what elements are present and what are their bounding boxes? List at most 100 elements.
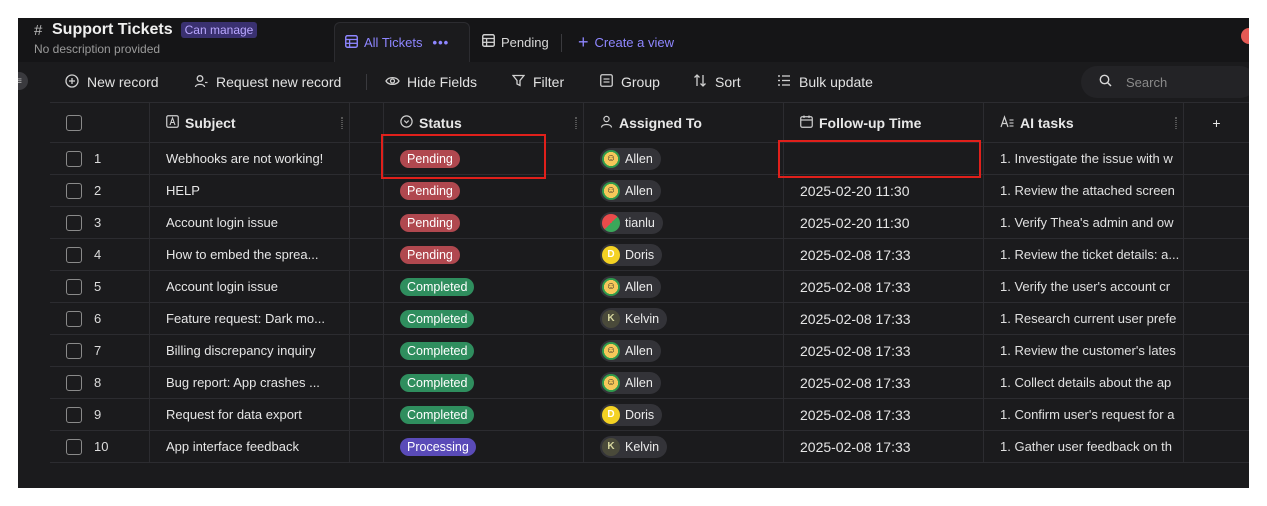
subject-cell[interactable]: Webhooks are not working!: [150, 143, 350, 174]
column-header-subject[interactable]: Subject: [150, 103, 350, 142]
table-row[interactable]: 3 Account login issue Pending tianlu 202…: [50, 207, 1249, 239]
bulk-update-button[interactable]: Bulk update: [776, 62, 873, 102]
ai-tasks-cell[interactable]: 1. Review the ticket details: a...: [984, 239, 1184, 270]
subject-cell[interactable]: Account login issue: [150, 207, 350, 238]
row-checkbox[interactable]: [66, 214, 82, 231]
subject-cell[interactable]: Bug report: App crashes ...: [150, 367, 350, 398]
assignee-cell[interactable]: ☺ Allen: [584, 143, 784, 174]
row-checkbox[interactable]: [66, 150, 82, 167]
grid-header-row: Subject Status Assigned To Follow-up Tim…: [50, 103, 1249, 143]
hide-fields-button[interactable]: Hide Fields: [384, 62, 477, 102]
subject-cell[interactable]: Billing discrepancy inquiry: [150, 335, 350, 366]
ai-tasks-cell[interactable]: 1. Investigate the issue with w: [984, 143, 1184, 174]
row-checkbox[interactable]: [66, 406, 82, 423]
table-row[interactable]: 7 Billing discrepancy inquiry Completed …: [50, 335, 1249, 367]
follow-up-cell[interactable]: 2025-02-08 17:33: [784, 303, 984, 334]
subject-cell[interactable]: Request for data export: [150, 399, 350, 430]
row-checkbox[interactable]: [66, 310, 82, 327]
subject-cell[interactable]: Account login issue: [150, 271, 350, 302]
status-cell[interactable]: Processing: [384, 431, 584, 462]
follow-up-cell[interactable]: 2025-02-08 17:33: [784, 271, 984, 302]
create-view-button[interactable]: + Create a view: [568, 22, 698, 62]
follow-up-cell[interactable]: 2025-02-08 17:33: [784, 367, 984, 398]
follow-up-cell[interactable]: 2025-02-08 17:33: [784, 239, 984, 270]
status-badge: Pending: [400, 149, 460, 168]
row-checkbox[interactable]: [66, 438, 82, 455]
ai-tasks-cell[interactable]: 1. Review the attached screen: [984, 175, 1184, 206]
follow-up-cell[interactable]: 2025-02-20 11:30: [784, 207, 984, 238]
ai-tasks-cell[interactable]: 1. Confirm user's request for a: [984, 399, 1184, 430]
status-cell[interactable]: Pending: [384, 239, 584, 270]
follow-up-cell[interactable]: 2025-02-08 17:33: [784, 431, 984, 462]
permission-badge: Can manage: [180, 22, 258, 38]
ai-tasks-cell[interactable]: 1. Collect details about the ap: [984, 367, 1184, 398]
ai-tasks-cell[interactable]: 1. Review the customer's lates: [984, 335, 1184, 366]
status-cell[interactable]: Completed: [384, 271, 584, 302]
assignee-cell[interactable]: ☺ Allen: [584, 367, 784, 398]
row-checkbox[interactable]: [66, 374, 82, 391]
column-header-follow-up-time[interactable]: Follow-up Time: [784, 103, 984, 142]
ai-tasks-cell[interactable]: 1. Verify Thea's admin and ow: [984, 207, 1184, 238]
ai-tasks-cell[interactable]: 1. Gather user feedback on th: [984, 431, 1184, 462]
follow-up-cell[interactable]: 2025-02-20 11:30: [784, 175, 984, 206]
group-button[interactable]: Group: [598, 62, 660, 102]
follow-up-cell[interactable]: 2025-02-08 17:33: [784, 335, 984, 366]
status-cell[interactable]: Completed: [384, 303, 584, 334]
more-options-icon[interactable]: •••: [433, 35, 450, 50]
text-field-icon: [166, 114, 179, 131]
search-input[interactable]: Search: [1081, 66, 1249, 98]
sort-button[interactable]: Sort: [692, 62, 741, 102]
page-title[interactable]: Support Tickets: [52, 21, 173, 39]
table-row[interactable]: 6 Feature request: Dark mo... Completed …: [50, 303, 1249, 335]
subject-cell[interactable]: Feature request: Dark mo...: [150, 303, 350, 334]
row-checkbox[interactable]: [66, 342, 82, 359]
status-cell[interactable]: Pending: [384, 143, 584, 174]
tab-all-tickets[interactable]: All Tickets •••: [334, 22, 470, 62]
assignee-cell[interactable]: ☺ Allen: [584, 335, 784, 366]
column-resize-handle[interactable]: [341, 117, 343, 129]
assignee-cell[interactable]: D Doris: [584, 239, 784, 270]
table-row[interactable]: 10 App interface feedback Processing K K…: [50, 431, 1249, 463]
subject-cell[interactable]: HELP: [150, 175, 350, 206]
status-cell[interactable]: Pending: [384, 175, 584, 206]
table-row[interactable]: 5 Account login issue Completed ☺ Allen …: [50, 271, 1249, 303]
row-checkbox[interactable]: [66, 278, 82, 295]
status-cell[interactable]: Completed: [384, 335, 584, 366]
column-resize-handle[interactable]: [1175, 117, 1177, 129]
follow-up-cell[interactable]: [784, 143, 984, 174]
table-description[interactable]: No description provided: [34, 42, 257, 56]
subject-cell[interactable]: App interface feedback: [150, 431, 350, 462]
filter-button[interactable]: Filter: [510, 62, 564, 102]
table-row[interactable]: 8 Bug report: App crashes ... Completed …: [50, 367, 1249, 399]
assignee-cell[interactable]: ☺ Allen: [584, 271, 784, 302]
ai-tasks-cell[interactable]: 1. Research current user prefe: [984, 303, 1184, 334]
row-checkbox[interactable]: [66, 182, 82, 199]
status-cell[interactable]: Completed: [384, 367, 584, 398]
assignee-cell[interactable]: K Kelvin: [584, 431, 784, 462]
table-row[interactable]: 9 Request for data export Completed D Do…: [50, 399, 1249, 431]
status-badge: Completed: [400, 277, 475, 296]
table-row[interactable]: 1 Webhooks are not working! Pending ☺ Al…: [50, 143, 1249, 175]
status-cell[interactable]: Completed: [384, 399, 584, 430]
new-record-button[interactable]: New record: [64, 62, 159, 102]
select-all-checkbox[interactable]: [66, 114, 82, 131]
follow-up-cell[interactable]: 2025-02-08 17:33: [784, 399, 984, 430]
assignee-cell[interactable]: D Doris: [584, 399, 784, 430]
column-header-assigned-to[interactable]: Assigned To: [584, 103, 784, 142]
assignee-cell[interactable]: K Kelvin: [584, 303, 784, 334]
status-cell[interactable]: Pending: [384, 207, 584, 238]
column-header-status[interactable]: Status: [384, 103, 584, 142]
table-row[interactable]: 4 How to embed the sprea... Pending D Do…: [50, 239, 1249, 271]
column-resize-handle[interactable]: [575, 117, 577, 129]
tab-pending[interactable]: Pending: [472, 22, 572, 62]
sidebar-toggle-icon[interactable]: ≡: [18, 72, 28, 90]
add-column-button[interactable]: +: [1184, 103, 1249, 142]
request-new-record-button[interactable]: Request new record: [193, 62, 341, 102]
assignee-cell[interactable]: ☺ Allen: [584, 175, 784, 206]
column-header-ai-tasks[interactable]: AI tasks: [984, 103, 1184, 142]
table-row[interactable]: 2 HELP Pending ☺ Allen 2025-02-20 11:30 …: [50, 175, 1249, 207]
ai-tasks-cell[interactable]: 1. Verify the user's account cr: [984, 271, 1184, 302]
assignee-cell[interactable]: tianlu: [584, 207, 784, 238]
subject-cell[interactable]: How to embed the sprea...: [150, 239, 350, 270]
row-checkbox[interactable]: [66, 246, 82, 263]
